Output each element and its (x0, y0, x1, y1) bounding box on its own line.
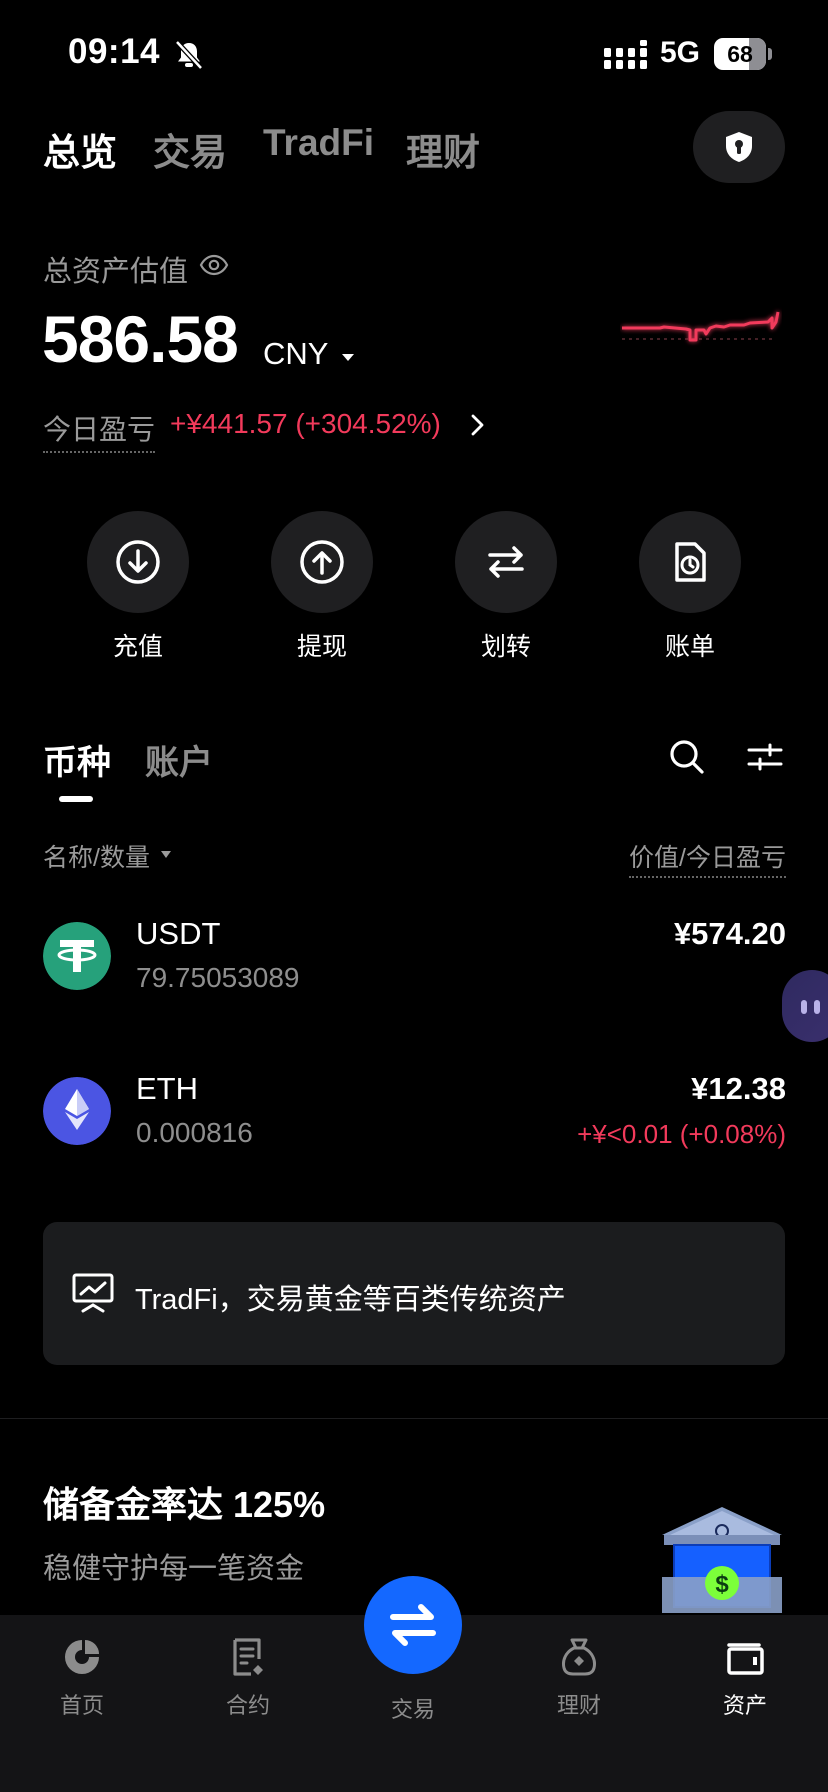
asset-daily-change: +¥<0.01 (+0.08%) (577, 1119, 786, 1149)
bill-label: 账单 (664, 633, 715, 661)
nav-contract[interactable]: 合约 (193, 1636, 303, 1720)
sort-name-quantity[interactable]: 名称/数量 (43, 838, 150, 874)
deposit-label: 充值 (112, 633, 163, 661)
transfer-button[interactable]: 划转 (455, 511, 557, 663)
tab-trade[interactable]: 交易 (153, 122, 227, 176)
nav-home-label: 首页 (59, 1693, 104, 1718)
chevron-right-icon[interactable] (470, 412, 486, 438)
earn-icon (562, 1638, 596, 1676)
nav-contract-label: 合约 (225, 1693, 270, 1718)
vault-icon: $ (662, 1507, 782, 1613)
trade-button[interactable] (364, 1576, 462, 1674)
security-button[interactable] (693, 111, 785, 183)
withdraw-label: 提现 (296, 633, 347, 661)
daily-pnl-label[interactable]: 今日盈亏 (43, 408, 156, 453)
tab-coins[interactable]: 币种 (43, 735, 111, 784)
asset-quantity: 79.75053089 (136, 962, 300, 993)
battery-level: 68 (727, 41, 753, 67)
active-tab-indicator (59, 796, 93, 802)
currency-selector[interactable]: CNY (263, 336, 328, 372)
network-type: 5G (660, 36, 701, 69)
transfer-icon (488, 546, 524, 578)
nav-assets-label: 资产 (722, 1693, 767, 1718)
caret-down-icon[interactable] (342, 354, 354, 361)
column-value-pnl[interactable]: 价值/今日盈亏 (629, 838, 786, 878)
status-time: 09:14 (68, 32, 161, 71)
withdraw-button[interactable]: 提现 (271, 511, 373, 663)
upload-icon (300, 540, 344, 584)
ethereum-icon (43, 1077, 111, 1145)
asset-symbol: USDT (136, 916, 221, 951)
wallet-icon (727, 1643, 764, 1675)
section-divider (0, 1418, 828, 1419)
reserve-ratio-subtitle: 稳健守护每一笔资金 (43, 1553, 305, 1585)
chart-board-icon (72, 1273, 114, 1313)
tab-accounts[interactable]: 账户 (145, 735, 213, 784)
daily-pnl-value[interactable]: +¥441.57 (+304.52%) (170, 408, 441, 440)
tab-overview[interactable]: 总览 (43, 122, 117, 176)
tradfi-banner[interactable]: TradFi，交易黄金等百类传统资产 (43, 1222, 785, 1365)
search-icon[interactable] (668, 738, 706, 776)
deposit-button[interactable]: 充值 (87, 511, 189, 663)
total-balance-amount: 586.58 (42, 302, 239, 376)
asset-value: ¥12.38 (691, 1071, 786, 1106)
asset-symbol: ETH (136, 1071, 198, 1106)
nav-earn-label: 理财 (556, 1693, 601, 1718)
tether-icon (43, 922, 111, 990)
asset-row-usdt[interactable]: USDT 79.75053089 ¥574.20 (0, 900, 828, 1010)
asset-value: ¥574.20 (673, 916, 786, 951)
home-icon (65, 1640, 99, 1674)
contract-icon (233, 1638, 263, 1676)
nav-trade-label[interactable]: 交易 (364, 1692, 462, 1724)
filter-icon[interactable] (746, 738, 784, 776)
battery-icon: 68 (714, 38, 772, 70)
tradfi-banner-text: TradFi，交易黄金等百类传统资产 (135, 1284, 566, 1316)
nav-home[interactable]: 首页 (27, 1636, 137, 1720)
bill-button[interactable]: 账单 (639, 511, 741, 663)
tab-tradfi[interactable]: TradFi (263, 122, 374, 164)
balance-sparkline (622, 311, 780, 342)
svg-text:$: $ (715, 1571, 729, 1598)
reserve-ratio-title: 储备金率达 125% (43, 1484, 326, 1525)
total-balance-label: 总资产估值 (43, 256, 189, 288)
bill-icon (675, 542, 706, 582)
asset-row-eth[interactable]: ETH 0.000816 ¥12.38 +¥<0.01 (+0.08%) (0, 1055, 828, 1165)
nav-assets[interactable]: 资产 (690, 1636, 800, 1720)
nav-earn[interactable]: 理财 (524, 1636, 634, 1720)
floating-assistant-handle[interactable] (782, 970, 828, 1042)
tab-earn[interactable]: 理财 (406, 122, 480, 176)
signal-icon (604, 40, 647, 69)
swap-icon (390, 1604, 436, 1646)
eye-icon[interactable] (199, 250, 229, 280)
asset-quantity: 0.000816 (136, 1117, 253, 1148)
transfer-label: 划转 (480, 633, 531, 661)
shield-lock-icon (726, 132, 752, 162)
bell-muted-icon (175, 40, 203, 70)
caret-down-icon[interactable] (161, 851, 171, 858)
download-icon (116, 540, 160, 584)
